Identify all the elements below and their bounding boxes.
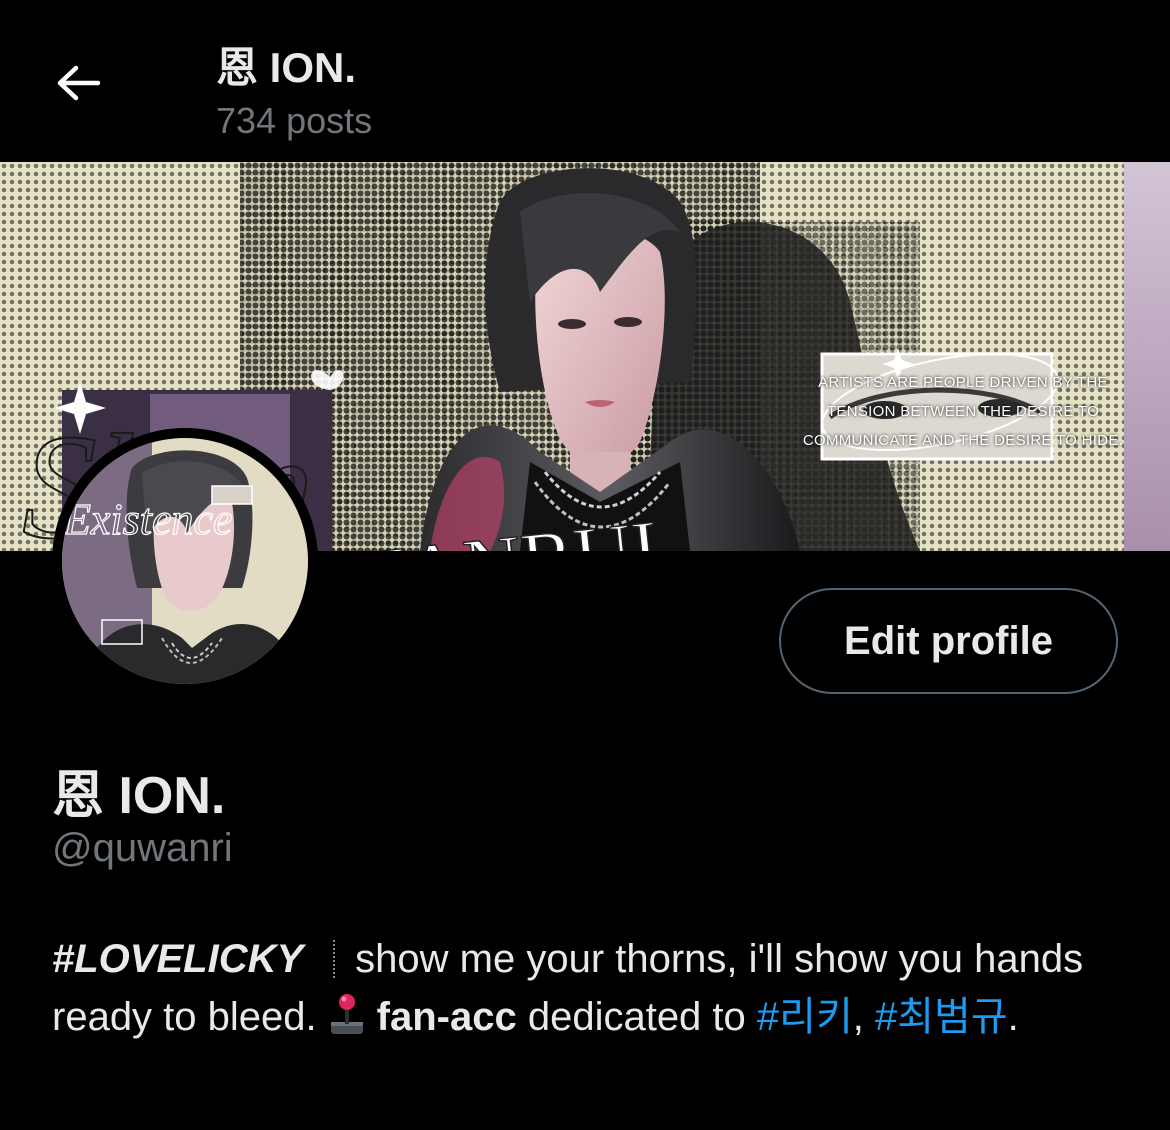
bio-hashtag-lovelicky[interactable]: #LOVELICKY (52, 937, 303, 981)
profile-bio: #LOVELICKY show me your thorns, i'll show… (52, 930, 1132, 1052)
bio-text-dedicated: dedicated to (527, 995, 746, 1039)
avatar-image: Existence (62, 438, 308, 684)
avatar-art-text: Existence (63, 495, 233, 544)
bio-comma: , (852, 995, 864, 1039)
back-button[interactable] (50, 55, 106, 111)
bio-hashtag-choibeomgyu[interactable]: #최범규 (875, 995, 1008, 1039)
bio-hashtag-riki[interactable]: #리키 (757, 995, 853, 1039)
display-name: 恩 ION. (52, 767, 226, 825)
header-title: 恩 ION. (216, 44, 357, 91)
avatar[interactable]: Existence (52, 428, 318, 694)
edit-profile-button[interactable]: Edit profile (779, 588, 1118, 694)
top-bar: 恩 ION. 734 posts (0, 0, 1170, 162)
bio-divider (333, 940, 337, 978)
joystick-icon (327, 992, 367, 1052)
user-handle: @quwanri (52, 826, 233, 870)
back-arrow-icon (57, 65, 101, 101)
bio-fan-acc: fan-acc (376, 995, 517, 1039)
header-post-count: 734 posts (216, 100, 373, 141)
bio-period: . (1007, 995, 1019, 1039)
banner-quote: ARTISTS ARE PEOPLE DRIVEN BY THE TENSION… (802, 374, 1124, 449)
